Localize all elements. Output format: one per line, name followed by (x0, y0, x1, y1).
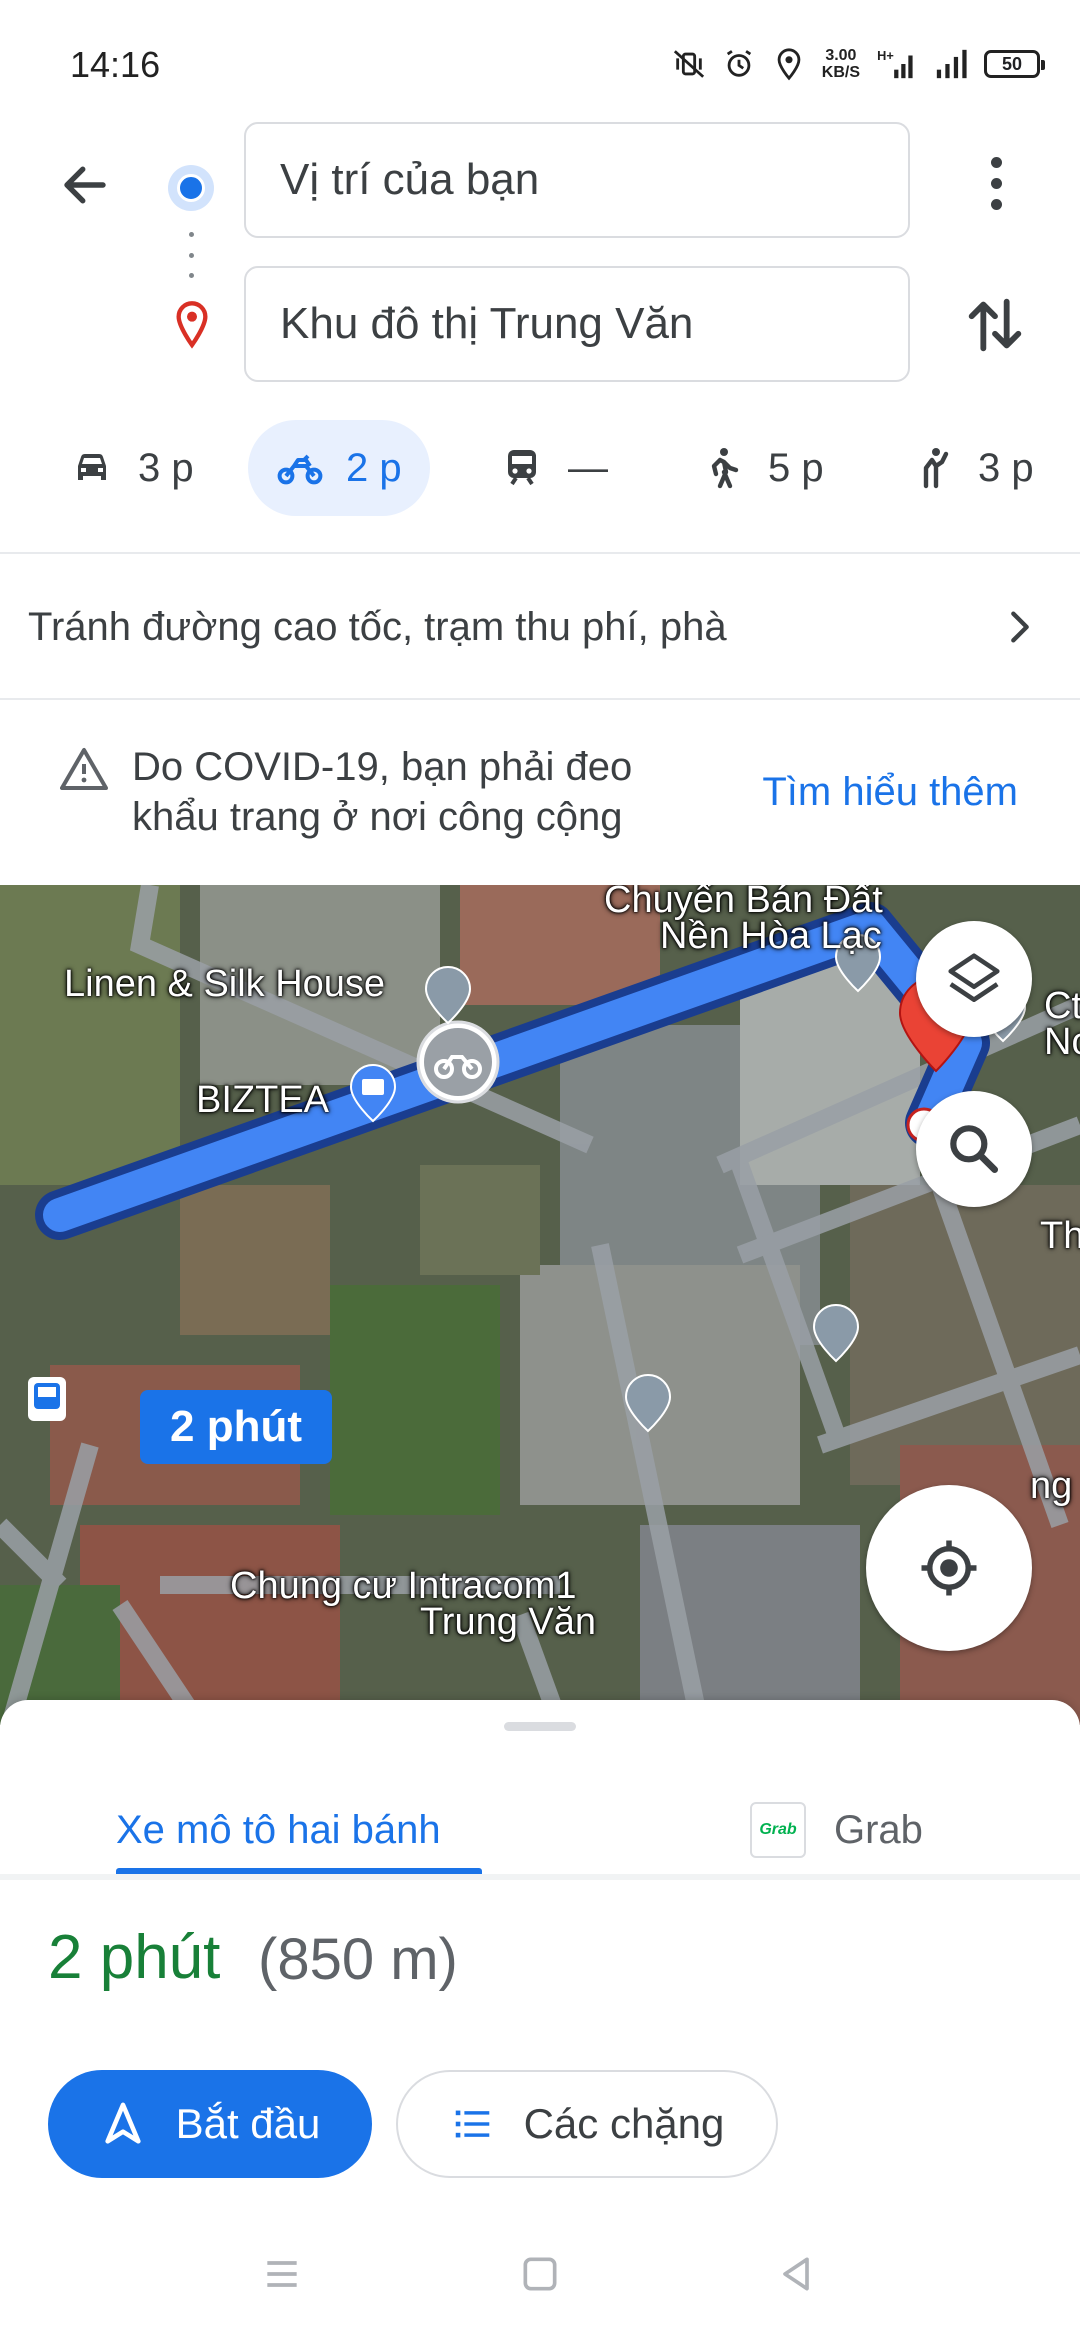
tab-motorbike-label: Xe mô tô hai bánh (116, 1807, 441, 1852)
sheet-drag-handle[interactable] (504, 1722, 576, 1731)
train-icon (508, 450, 536, 486)
back-button[interactable] (50, 150, 120, 220)
signal-hplus-icon: H+ (877, 48, 913, 79)
home-square-icon (523, 2257, 557, 2291)
mode-walk[interactable]: 5 p (670, 420, 852, 516)
learn-more-link[interactable]: Tìm hiểu thêm (762, 770, 1018, 815)
network-speed: 3.00 KB/S (822, 47, 860, 81)
back-triangle-icon (783, 2257, 809, 2291)
start-button[interactable]: Bắt đầu (48, 2070, 372, 2178)
battery-level: 50 (1001, 53, 1023, 74)
status-icons: 3.00 KB/S H+ 50 (672, 44, 1045, 84)
mode-motorbike-time: 2 p (346, 445, 402, 490)
search-along-route-button[interactable] (916, 1091, 1032, 1207)
eta-text: 2 phút (48, 1923, 221, 1992)
mode-car-time: 3 p (138, 445, 194, 490)
chevron-right-icon (1011, 611, 1029, 643)
mode-motorbike[interactable]: 2 p (248, 420, 430, 516)
warning-icon (60, 748, 108, 790)
map-label-intracom-line2[interactable]: Trung Văn (420, 1601, 596, 1644)
covid-message-line1: Do COVID-19, bạn phải đeo (132, 745, 633, 789)
map-label-linen[interactable]: Linen & Silk House (64, 963, 385, 1006)
destination-pin-icon (176, 301, 208, 349)
navigation-arrow-icon (104, 2102, 141, 2144)
signal-strength-icon (936, 49, 967, 79)
status-bar: 14:16 3.00 KB/S H+ 50 (0, 0, 1080, 120)
destination-field[interactable]: Khu đô thị Trung Văn (244, 266, 910, 382)
layers-icon (948, 953, 1000, 1002)
home-button[interactable] (510, 2244, 570, 2304)
tab-grab[interactable]: Grab Grab (750, 1780, 923, 1880)
my-location-icon (921, 1540, 977, 1596)
sheet-divider (0, 1874, 1080, 1880)
battery-indicator: 50 (984, 50, 1045, 78)
map-label-top-line2: Nền Hòa Lạc (660, 915, 882, 957)
steps-button[interactable]: Các chặng (396, 2070, 778, 2178)
back-nav-button[interactable] (766, 2244, 826, 2304)
mode-transit-time: — (568, 445, 608, 490)
more-options-button[interactable] (966, 148, 1026, 218)
route-options-row[interactable]: Tránh đường cao tốc, trạm thu phí, phà (0, 556, 1080, 698)
map-label-right-low: ng (1030, 1465, 1073, 1507)
origin-field[interactable]: Vị trí của bạn (244, 122, 910, 238)
mode-ride-time: 3 p (978, 445, 1034, 490)
map-view[interactable]: Chuyển Bán Đất Nền Hòa Lạc Linen & Silk … (0, 885, 1080, 1725)
car-icon (78, 454, 106, 480)
route-time-chip[interactable]: 2 phút (140, 1390, 332, 1464)
grab-logo-text: Grab (759, 1821, 797, 1838)
motorbike-icon (277, 454, 323, 485)
arrow-back-icon (64, 166, 106, 204)
covid-message-line2: khẩu trang ở nơi công cộng (132, 795, 623, 839)
walk-icon (711, 448, 739, 489)
recent-apps-button[interactable] (252, 2244, 312, 2304)
mode-car[interactable]: 3 p (40, 420, 222, 516)
map-label-right-mid: Th (1040, 1215, 1080, 1257)
origin-dot-icon (168, 165, 214, 211)
my-location-button[interactable] (866, 1485, 1032, 1651)
mode-walk-time: 5 p (768, 445, 824, 490)
svg-text:H+: H+ (877, 48, 894, 63)
map-label-right-top2: Nơ (1044, 1021, 1080, 1063)
start-button-label: Bắt đầu (175, 2100, 321, 2147)
tab-motorbike[interactable]: Xe mô tô hai bánh (116, 1780, 441, 1880)
covid-message: Do COVID-19, bạn phải đeo khẩu trang ở n… (132, 742, 692, 842)
steps-button-label: Các chặng (523, 2100, 725, 2147)
distance-text: (850 m) (258, 1927, 458, 1992)
map-label-biztea[interactable]: BIZTEA (196, 1079, 329, 1122)
vibrate-off-icon (673, 50, 704, 78)
grab-logo: Grab (750, 1802, 806, 1858)
list-icon (455, 2110, 489, 2138)
swap-direction-icon[interactable] (960, 290, 1030, 360)
mode-transit[interactable]: — (470, 420, 636, 516)
network-speed-value: 3.00 (825, 47, 857, 64)
origin-text: Vị trí của bạn (280, 155, 540, 204)
menu-icon (267, 2261, 297, 2287)
search-icon (950, 1125, 999, 1174)
divider (0, 552, 1080, 554)
route-options-text: Tránh đường cao tốc, trạm thu phí, phà (28, 604, 727, 649)
ride-hailing-icon (923, 448, 949, 489)
covid-notice: Do COVID-19, bạn phải đeo khẩu trang ở n… (0, 700, 1080, 885)
route-dots-icon (188, 232, 194, 278)
alarm-icon (726, 50, 751, 77)
destination-text: Khu đô thị Trung Văn (280, 299, 694, 348)
clock: 14:16 (70, 44, 161, 85)
layers-button[interactable] (916, 921, 1032, 1037)
network-speed-unit: KB/S (821, 64, 860, 81)
system-nav-bar (0, 2200, 1080, 2340)
tab-grab-label: Grab (834, 1807, 923, 1852)
mode-ride-hailing[interactable]: 3 p (880, 420, 1062, 516)
travel-mode-tabs: 3 p 2 p — 5 p 3 p (0, 420, 1080, 520)
location-icon (777, 48, 801, 81)
